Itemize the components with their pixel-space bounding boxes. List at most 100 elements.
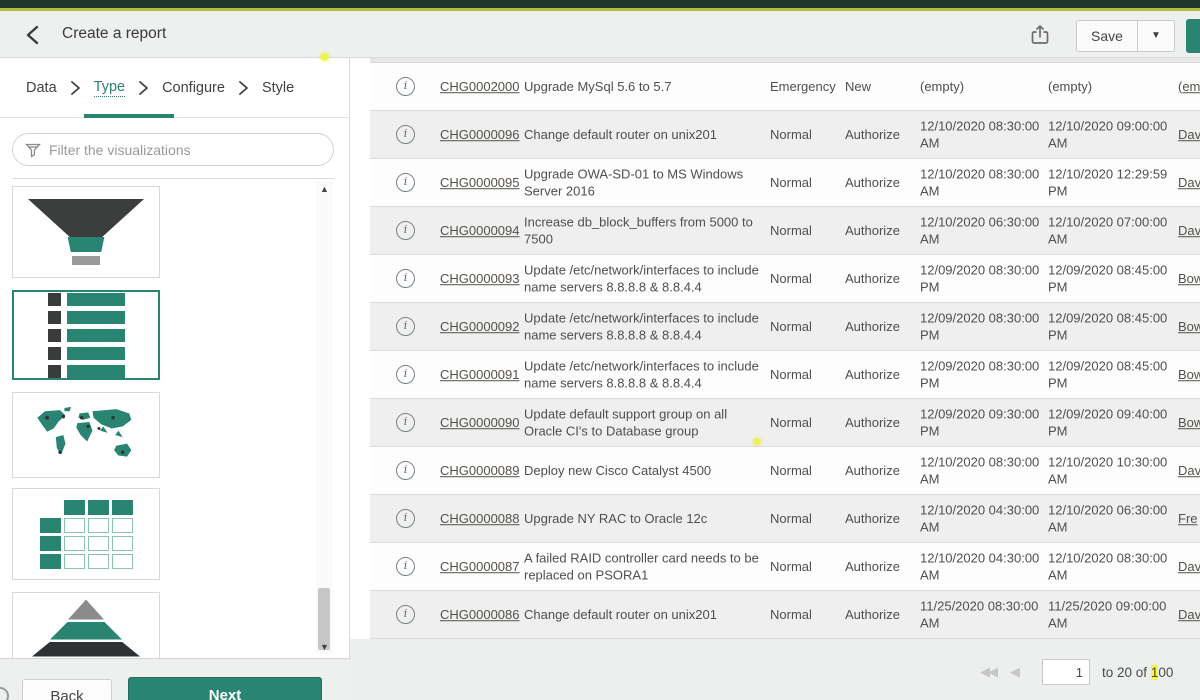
breadcrumb-step-data[interactable]: Data: [26, 80, 57, 96]
table-row[interactable]: i CHG0000088 Upgrade NY RAC to Oracle 12…: [370, 495, 1200, 543]
breadcrumb-step-configure[interactable]: Configure: [162, 80, 225, 96]
scroll-down-icon[interactable]: ▼: [316, 642, 333, 652]
type-cell: Normal: [770, 318, 845, 336]
change-number-link[interactable]: CHG0000087: [440, 558, 522, 576]
state-cell: Authorize: [845, 414, 917, 432]
table-row[interactable]: i CHG0000096 Change default router on un…: [370, 111, 1200, 159]
assignee-link[interactable]: Dav: [1178, 174, 1200, 192]
row-info-icon[interactable]: i: [396, 269, 416, 289]
assignee-link[interactable]: Fre: [1178, 510, 1200, 528]
chevron-right-icon: [138, 80, 149, 96]
change-number-link[interactable]: CHG0000094: [440, 222, 522, 240]
assignee-link[interactable]: Dav: [1178, 558, 1200, 576]
chevron-right-icon: [70, 80, 81, 96]
table-row[interactable]: i CHG0000087 A failed RAID controller ca…: [370, 543, 1200, 591]
help-icon-partial[interactable]: [0, 687, 9, 700]
assignee-link[interactable]: Bow: [1178, 366, 1200, 384]
filter-input[interactable]: [49, 142, 309, 158]
type-cell: Emergency: [770, 78, 845, 96]
type-cell: Normal: [770, 222, 845, 240]
assignee-link[interactable]: Dav: [1178, 606, 1200, 624]
row-info-icon[interactable]: i: [396, 221, 416, 241]
assignee-link[interactable]: Dav: [1178, 222, 1200, 240]
table-row[interactable]: i CHG0000090 Update default support grou…: [370, 399, 1200, 447]
pagination: ◀◀ ◀ to 20 of 100: [980, 659, 1173, 685]
share-icon[interactable]: [1028, 23, 1052, 47]
row-info-icon[interactable]: i: [396, 173, 416, 193]
state-cell: Authorize: [845, 174, 917, 192]
end-date-cell: (empty): [1048, 78, 1174, 96]
row-info-icon[interactable]: i: [396, 605, 416, 625]
viz-thumbnail-heatmap[interactable]: [12, 488, 160, 580]
change-number-link[interactable]: CHG0002000: [440, 78, 522, 96]
table-row[interactable]: i CHG0000092 Update /etc/network/interfa…: [370, 303, 1200, 351]
type-cell: Normal: [770, 510, 845, 528]
table-row[interactable]: i CHG0000095 Upgrade OWA-SD-01 to MS Win…: [370, 159, 1200, 207]
page-number-input[interactable]: [1042, 659, 1090, 685]
short-description-cell: Upgrade OWA-SD-01 to MS Windows Server 2…: [524, 165, 766, 200]
report-preview-pane: i CHG0002000 Upgrade MySql 5.6 to 5.7 Em…: [350, 58, 1200, 700]
start-date-cell: 12/10/2020 08:30:00 AM: [920, 117, 1042, 152]
short-description-cell: Update /etc/network/interfaces to includ…: [524, 261, 766, 296]
change-number-link[interactable]: CHG0000086: [440, 606, 522, 624]
row-info-icon[interactable]: i: [396, 413, 416, 433]
change-number-link[interactable]: CHG0000090: [440, 414, 522, 432]
change-number-link[interactable]: CHG0000093: [440, 270, 522, 288]
row-info-icon[interactable]: i: [396, 509, 416, 529]
table-row[interactable]: i CHG0000093 Update /etc/network/interfa…: [370, 255, 1200, 303]
viz-thumbnail-list[interactable]: [12, 290, 160, 380]
table-row[interactable]: i CHG0000086 Change default router on un…: [370, 591, 1200, 639]
wizard-footer: Back Next: [0, 658, 350, 700]
table-row[interactable]: i CHG0000091 Update /etc/network/interfa…: [370, 351, 1200, 399]
row-info-icon[interactable]: i: [396, 125, 416, 145]
short-description-cell: Update /etc/network/interfaces to includ…: [524, 309, 766, 344]
viz-list-scrollbar[interactable]: ▲ ▼: [316, 182, 333, 654]
save-button[interactable]: Save: [1076, 20, 1138, 52]
change-number-link[interactable]: CHG0000088: [440, 510, 522, 528]
report-type-panel: Data Type Configure Style: [0, 58, 350, 700]
breadcrumb-step-style[interactable]: Style: [262, 80, 294, 96]
row-info-icon[interactable]: i: [396, 77, 416, 97]
back-button[interactable]: Back: [22, 679, 112, 700]
row-info-icon[interactable]: i: [396, 461, 416, 481]
change-number-link[interactable]: CHG0000089: [440, 462, 522, 480]
change-number-link[interactable]: CHG0000092: [440, 318, 522, 336]
assignee-link[interactable]: Bow: [1178, 270, 1200, 288]
scroll-up-icon[interactable]: ▲: [316, 184, 333, 194]
back-icon[interactable]: [22, 23, 46, 47]
table-row[interactable]: i CHG0000089 Deploy new Cisco Catalyst 4…: [370, 447, 1200, 495]
next-button[interactable]: Next: [128, 677, 322, 700]
short-description-cell: Update /etc/network/interfaces to includ…: [524, 357, 766, 392]
row-info-icon[interactable]: i: [396, 557, 416, 577]
change-number-link[interactable]: CHG0000096: [440, 126, 522, 144]
previous-page-icon[interactable]: ◀: [1010, 664, 1018, 680]
start-date-cell: 12/09/2020 09:30:00 PM: [920, 405, 1042, 440]
row-info-icon[interactable]: i: [396, 365, 416, 385]
assignee-link[interactable]: Bow: [1178, 318, 1200, 336]
type-cell: Normal: [770, 606, 845, 624]
table-row[interactable]: i CHG0000094 Increase db_block_buffers f…: [370, 207, 1200, 255]
save-dropdown-button[interactable]: ▼: [1137, 20, 1175, 52]
start-date-cell: 12/09/2020 08:30:00 PM: [920, 261, 1042, 296]
scrollbar-thumb[interactable]: [318, 588, 330, 650]
assignee-link[interactable]: Dav: [1178, 462, 1200, 480]
start-date-cell: 12/10/2020 08:30:00 AM: [920, 165, 1042, 200]
heatmap-grid-icon: [40, 500, 133, 569]
state-cell: Authorize: [845, 318, 917, 336]
table-row[interactable]: i CHG0002000 Upgrade MySql 5.6 to 5.7 Em…: [370, 63, 1200, 111]
change-number-link[interactable]: CHG0000095: [440, 174, 522, 192]
assignee-link[interactable]: (empty): [1178, 78, 1200, 96]
funnel-chart-icon: [28, 199, 144, 265]
change-number-link[interactable]: CHG0000091: [440, 366, 522, 384]
assignee-link[interactable]: Bow: [1178, 414, 1200, 432]
row-info-icon[interactable]: i: [396, 317, 416, 337]
viz-thumbnail-funnel[interactable]: [12, 186, 160, 278]
type-cell: Normal: [770, 414, 845, 432]
viz-thumbnail-map[interactable]: [12, 392, 160, 478]
first-page-icon[interactable]: ◀◀: [980, 664, 996, 680]
assignee-link[interactable]: Dav: [1178, 126, 1200, 144]
breadcrumb-step-type[interactable]: Type: [94, 79, 125, 97]
visualization-filter: [12, 133, 334, 166]
run-button-partial[interactable]: [1186, 19, 1200, 53]
page-title: Create a report: [62, 25, 166, 43]
